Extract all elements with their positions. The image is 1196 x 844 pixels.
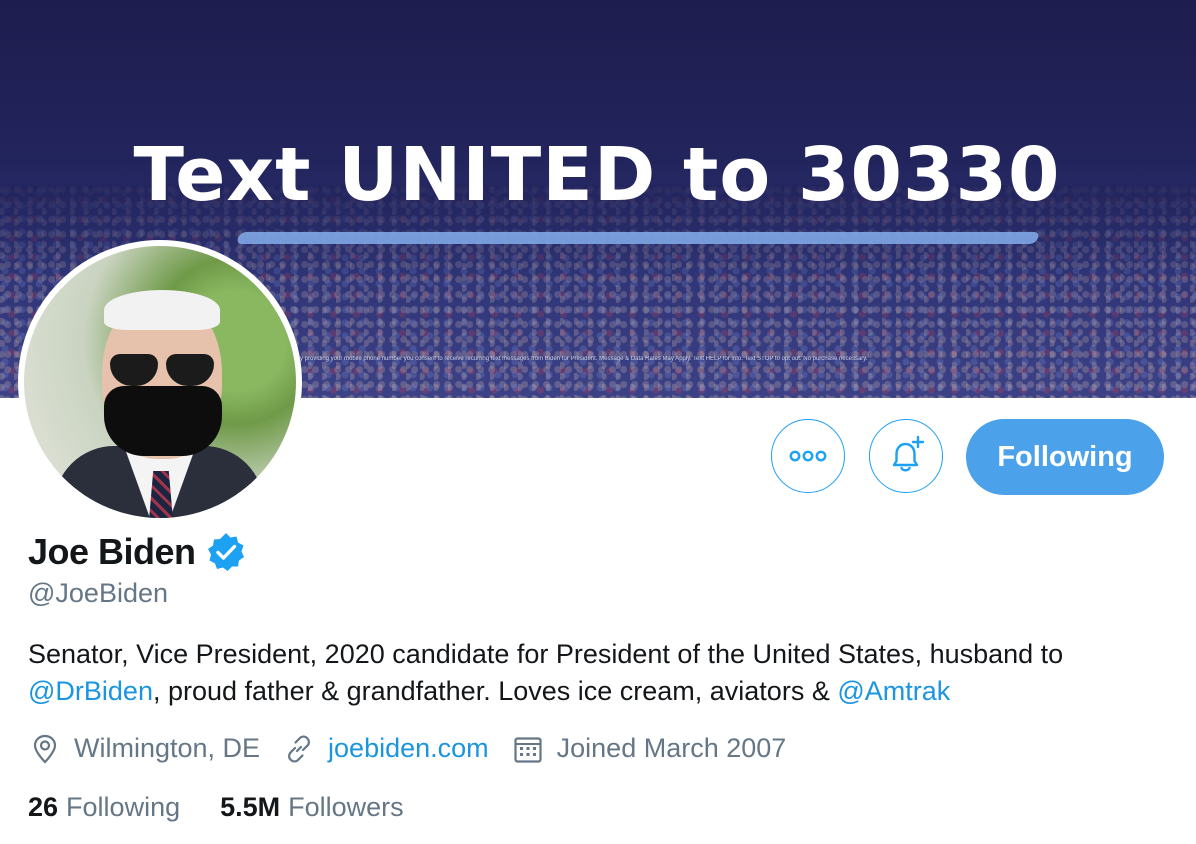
location: Wilmington, DE xyxy=(30,733,260,764)
verified-badge-icon xyxy=(207,533,244,571)
bio-mention-drbiden[interactable]: @DrBiden xyxy=(28,676,153,706)
name-row: Joe Biden xyxy=(28,530,248,574)
follow-stats: 26 Following 5.5M Followers xyxy=(28,792,444,823)
following-stat[interactable]: 26 Following xyxy=(28,792,180,823)
followers-label: Followers xyxy=(288,792,404,822)
link-icon xyxy=(288,734,311,763)
following-label: Following xyxy=(66,792,181,822)
avatar-face-mask xyxy=(104,386,222,456)
avatar[interactable] xyxy=(18,240,302,524)
notifications-button[interactable] xyxy=(869,419,943,493)
banner-headline: Text UNITED to 30330 xyxy=(133,132,1061,218)
more-dots-icon xyxy=(789,450,827,462)
banner-brush-stroke xyxy=(235,232,1041,244)
following-count: 26 xyxy=(28,792,59,822)
join-date: Joined March 2007 xyxy=(513,733,787,764)
display-name: Joe Biden xyxy=(28,531,196,572)
bell-plus-icon xyxy=(892,435,925,472)
followers-stat[interactable]: 5.5M Followers xyxy=(220,792,404,823)
bio-text-1: Senator, Vice President, 2020 candidate … xyxy=(28,639,1064,669)
location-pin-icon xyxy=(33,734,57,764)
bio-mention-amtrak[interactable]: @Amtrak xyxy=(837,676,950,706)
avatar-photo xyxy=(24,246,296,518)
joined-text: Joined March 2007 xyxy=(556,733,787,763)
user-handle: @JoeBiden xyxy=(28,578,168,608)
location-text: Wilmington, DE xyxy=(74,733,261,763)
bio-text-2: , proud father & grandfather. Loves ice … xyxy=(152,676,838,706)
profile-meta: Wilmington, DE joebiden.com Joined March… xyxy=(30,733,810,764)
more-options-button[interactable] xyxy=(771,419,845,493)
avatar-hair xyxy=(104,290,220,330)
following-button[interactable]: Following xyxy=(966,419,1164,495)
website-link[interactable]: joebiden.com xyxy=(328,733,489,764)
followers-count: 5.5M xyxy=(220,792,281,822)
banner-fineprint: By providing your mobile phone number yo… xyxy=(296,356,868,362)
calendar-icon xyxy=(514,736,542,763)
profile-bio: Senator, Vice President, 2020 candidate … xyxy=(28,636,1178,710)
website[interactable]: joebiden.com xyxy=(284,733,489,764)
